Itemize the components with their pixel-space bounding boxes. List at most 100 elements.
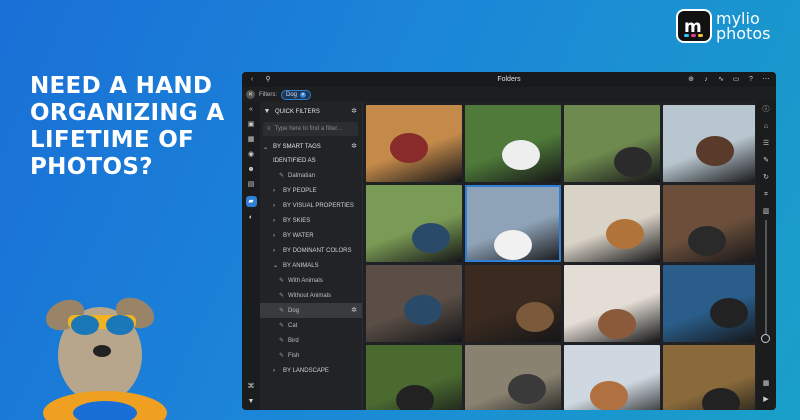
adjust-icon[interactable]: ☰	[762, 140, 770, 148]
slideshow-icon[interactable]: ▶	[762, 396, 770, 404]
filter-item-label: With Animals	[288, 277, 323, 284]
devices-icon[interactable]: ▭	[732, 76, 740, 84]
photo-thumbnail-dogs-boat[interactable]	[564, 345, 660, 410]
photo-subject	[590, 381, 628, 410]
smart-tags-header[interactable]: ⌄ BY SMART TAGS ✲	[263, 141, 358, 153]
category-label: BY SKIES	[283, 217, 311, 224]
category-label: BY WATER	[283, 232, 314, 239]
chevron-down-icon: ⌄	[273, 263, 279, 269]
smart-tags-gear-icon[interactable]: ✲	[350, 143, 358, 151]
filter-item-label: Bird	[288, 337, 299, 344]
photo-thumbnail-man-dog-sofa[interactable]	[366, 265, 462, 342]
photo-subject	[502, 140, 540, 170]
photo-thumbnail-dogs-road-people[interactable]	[465, 345, 561, 410]
photo-thumbnail-two-dogs-grass[interactable]	[366, 345, 462, 410]
pin-icon: ✎	[279, 308, 285, 314]
filter-item-dog[interactable]: ✎ Dog ✲	[260, 303, 362, 318]
category-by-dominant-colors[interactable]: › BY DOMINANT COLORS	[263, 243, 358, 258]
photo-thumbnail-golden-retriever-flag[interactable]	[366, 105, 462, 182]
albums-icon[interactable]: ▤	[247, 181, 255, 189]
filter-item-dalmatian[interactable]: ✎ Dalmatian	[263, 168, 358, 183]
photo-subject	[516, 302, 554, 332]
photo-thumbnail-man-with-dog-field[interactable]	[564, 105, 660, 182]
title-bar: ‹ ⚲ Folders ⊕ ♪ ∿ ▭ ? ⋯	[242, 72, 776, 87]
photo-thumbnail-man-training-dog[interactable]	[366, 185, 462, 262]
grid-view-icon[interactable]: ▦	[762, 380, 770, 388]
photo-thumbnail-woman-small-dog[interactable]	[564, 265, 660, 342]
category-label: BY PEOPLE	[283, 187, 317, 194]
filter-item-cat[interactable]: ✎ Cat	[263, 318, 358, 333]
headline: NEED A HAND ORGANIZING A LIFETIME OF PHO…	[30, 73, 225, 180]
logo-text: mylio photos	[716, 11, 771, 43]
tag-icon[interactable]: ⌂	[762, 123, 770, 131]
category-by-skies[interactable]: › BY SKIES	[263, 213, 358, 228]
filter-item-fish[interactable]: ✎ Fish	[263, 348, 358, 363]
identified-as-header: IDENTIFIED AS	[263, 153, 358, 168]
logo-dots	[684, 34, 703, 37]
photo-thumbnail-white-puppy-running[interactable]	[465, 105, 561, 182]
logo: m mylio photos	[676, 9, 770, 43]
calendar-icon[interactable]: ▦	[247, 136, 255, 144]
quick-filters-header[interactable]: ▼ QUICK FILTERS ✲	[263, 105, 358, 119]
search-icon[interactable]: ⚲	[264, 76, 272, 84]
smart-tags-label: BY SMART TAGS	[273, 144, 321, 150]
app-window: ‹ ⚲ Folders ⊕ ♪ ∿ ▭ ? ⋯ ✕ Filters: Dog ✕…	[242, 72, 776, 410]
category-by-people[interactable]: › BY PEOPLE	[263, 183, 358, 198]
filter-item-label: Dog	[288, 307, 300, 314]
quick-filters-gear-icon[interactable]: ✲	[350, 108, 358, 116]
photo-thumbnail-dogs-autumn[interactable]	[663, 345, 755, 410]
find-filter-input[interactable]: ≡ Type here to find a filter...	[263, 122, 358, 136]
filter-item-bird[interactable]: ✎ Bird	[263, 333, 358, 348]
category-by-water[interactable]: › BY WATER	[263, 228, 358, 243]
chevron-right-icon: ›	[273, 247, 275, 254]
right-toolbar: ⓘ ⌂ ☰ ✎ ↻ ⌗ ▥ ▦ ▶	[756, 102, 776, 410]
clear-filters-icon[interactable]: ✕	[246, 90, 255, 99]
crop-icon[interactable]: ⌗	[762, 191, 770, 199]
edit-icon[interactable]: ✎	[762, 157, 770, 165]
photo-subject	[494, 230, 532, 260]
back-arrow-icon[interactable]: ‹	[248, 76, 256, 84]
photo-thumbnail-dogs-swimming[interactable]	[663, 265, 755, 342]
identified-as-label: IDENTIFIED AS	[273, 157, 316, 164]
trash-icon[interactable]: ▥	[762, 208, 770, 216]
category-by-visual-properties[interactable]: › BY VISUAL PROPERTIES	[263, 198, 358, 213]
photo-subject	[412, 223, 450, 253]
filter-item-with-animals[interactable]: ✎ With Animals	[263, 273, 358, 288]
people-icon[interactable]: ☻	[247, 166, 255, 174]
photo-subject	[404, 295, 442, 325]
help-icon[interactable]: ?	[747, 76, 755, 84]
add-icon[interactable]: ⊕	[687, 76, 695, 84]
filter-item-label: Cat	[288, 322, 298, 329]
category-by-animals[interactable]: ⌄ BY ANIMALS	[263, 258, 358, 273]
filter-funnel-icon[interactable]: ▼	[247, 398, 255, 406]
map-pin-icon[interactable]: ◉	[247, 151, 255, 159]
zoom-slider[interactable]	[765, 220, 767, 340]
logo-text-line2: photos	[716, 24, 771, 43]
rotate-icon[interactable]: ↻	[762, 174, 770, 182]
photo-thumbnail-woman-laptop-dog[interactable]	[564, 185, 660, 262]
category-by-landscape[interactable]: › BY LANDSCAPE	[263, 363, 358, 378]
library-icon[interactable]: ▣	[247, 121, 255, 129]
dog-mascot-illustration	[43, 297, 167, 420]
sync-icon[interactable]: ◐	[247, 214, 255, 222]
collapse-icon[interactable]: «	[247, 106, 255, 114]
filter-item-label: Dalmatian	[288, 172, 316, 179]
tree-icon[interactable]: ⌘	[247, 383, 255, 391]
bell-icon[interactable]: ♪	[702, 76, 710, 84]
photo-thumbnail-dalmatian-selected[interactable]	[465, 185, 561, 262]
zoom-slider-knob[interactable]	[761, 334, 770, 343]
filter-item-without-animals[interactable]: ✎ Without Animals	[263, 288, 358, 303]
filter-chip[interactable]: Dog ✕	[281, 89, 312, 100]
photo-subject	[688, 226, 726, 256]
folders-icon[interactable]: ▰	[245, 196, 257, 207]
activity-icon[interactable]: ∿	[717, 76, 725, 84]
photo-thumbnail-women-with-dog-beach[interactable]	[663, 105, 755, 182]
photo-subject	[390, 133, 428, 163]
more-icon[interactable]: ⋯	[762, 76, 770, 84]
dog-filter-gear-icon[interactable]: ✲	[350, 307, 358, 315]
photo-thumbnail-couple-with-dog[interactable]	[663, 185, 755, 262]
remove-chip-icon[interactable]: ✕	[300, 91, 307, 98]
info-icon[interactable]: ⓘ	[762, 106, 770, 114]
chevron-right-icon: ›	[273, 202, 275, 209]
photo-thumbnail-woman-shepherd-closeup[interactable]	[465, 265, 561, 342]
